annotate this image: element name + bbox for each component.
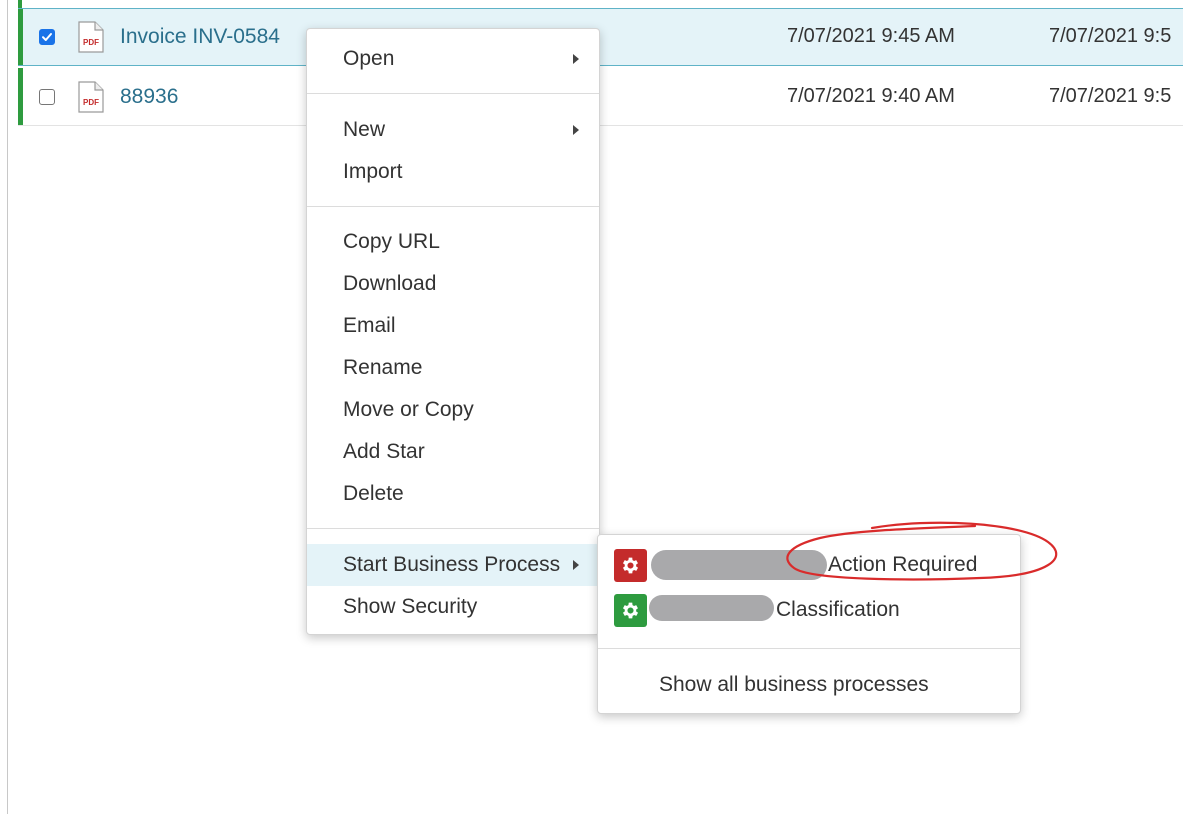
menu-item-label: Start Business Process <box>343 553 561 576</box>
menu-item-email[interactable]: Email <box>307 305 599 347</box>
menu-item-add-star[interactable]: Add Star <box>307 431 599 473</box>
menu-item-rename[interactable]: Rename <box>307 347 599 389</box>
submenu-item-classification[interactable]: Classification <box>598 588 1020 632</box>
row-checkbox[interactable] <box>39 89 55 105</box>
menu-divider <box>598 648 1020 649</box>
menu-item-show-security[interactable]: Show Security <box>307 586 599 628</box>
menu-item-label: Add Star <box>343 440 425 463</box>
gear-icon <box>614 549 647 582</box>
submenu-item-label: Classification <box>776 598 900 621</box>
pdf-icon: PDF <box>78 21 104 58</box>
show-all-business-processes[interactable]: Show all business processes <box>659 663 929 707</box>
pdf-icon: PDF <box>78 81 104 118</box>
menu-item-label: New <box>343 118 386 141</box>
menu-item-import[interactable]: Import <box>307 151 599 193</box>
row-status-bar <box>18 68 23 125</box>
row-status-bar <box>18 9 23 65</box>
menu-item-label: Show Security <box>343 595 478 618</box>
menu-item-copy-url[interactable]: Copy URL <box>307 221 599 263</box>
panel-border <box>7 0 8 814</box>
svg-text:PDF: PDF <box>83 98 99 107</box>
menu-item-start-business-process[interactable]: Start Business Process <box>307 544 599 586</box>
file-name-link[interactable]: 88936 <box>120 85 178 109</box>
menu-divider <box>307 528 599 529</box>
submenu-arrow-icon <box>573 560 579 570</box>
redacted-text <box>649 595 774 621</box>
menu-item-label: Move or Copy <box>343 398 474 421</box>
menu-item-label: Rename <box>343 356 423 379</box>
context-menu: Open New Import Copy URL Download Email … <box>306 28 600 635</box>
menu-item-label: Open <box>343 47 395 70</box>
submenu-arrow-icon <box>573 125 579 135</box>
row-checkbox[interactable] <box>39 29 55 45</box>
date-created: 7/07/2021 9:5 <box>1049 85 1172 107</box>
row-status-bar <box>18 0 22 8</box>
menu-item-move-or-copy[interactable]: Move or Copy <box>307 389 599 431</box>
date-modified: 7/07/2021 9:40 AM <box>787 85 955 107</box>
menu-item-open[interactable]: Open <box>307 38 599 80</box>
menu-divider <box>307 93 599 94</box>
submenu-arrow-icon <box>573 54 579 64</box>
menu-item-download[interactable]: Download <box>307 263 599 305</box>
date-modified: 7/07/2021 9:45 AM <box>787 25 955 47</box>
table-row[interactable]: PDF 88936 7/07/2021 9:40 AM 7/07/2021 9:… <box>18 68 1183 126</box>
file-list-view: PDF Invoice INV-0584 7/07/2021 9:45 AM 7… <box>0 0 1183 814</box>
date-created: 7/07/2021 9:5 <box>1049 25 1172 47</box>
svg-text:PDF: PDF <box>83 38 99 47</box>
menu-item-delete[interactable]: Delete <box>307 473 599 515</box>
menu-item-label: Email <box>343 314 396 337</box>
table-row[interactable]: PDF Invoice INV-0584 7/07/2021 9:45 AM 7… <box>18 8 1183 66</box>
menu-item-new[interactable]: New <box>307 109 599 151</box>
menu-divider <box>307 206 599 207</box>
menu-item-label: Download <box>343 272 437 295</box>
gear-icon <box>614 594 647 627</box>
menu-item-label: Copy URL <box>343 230 440 253</box>
checkmark-icon <box>42 33 52 41</box>
annotation-circle <box>786 521 1058 581</box>
menu-item-label: Import <box>343 160 403 183</box>
menu-item-label: Delete <box>343 482 404 505</box>
file-name-link[interactable]: Invoice INV-0584 <box>120 25 280 49</box>
